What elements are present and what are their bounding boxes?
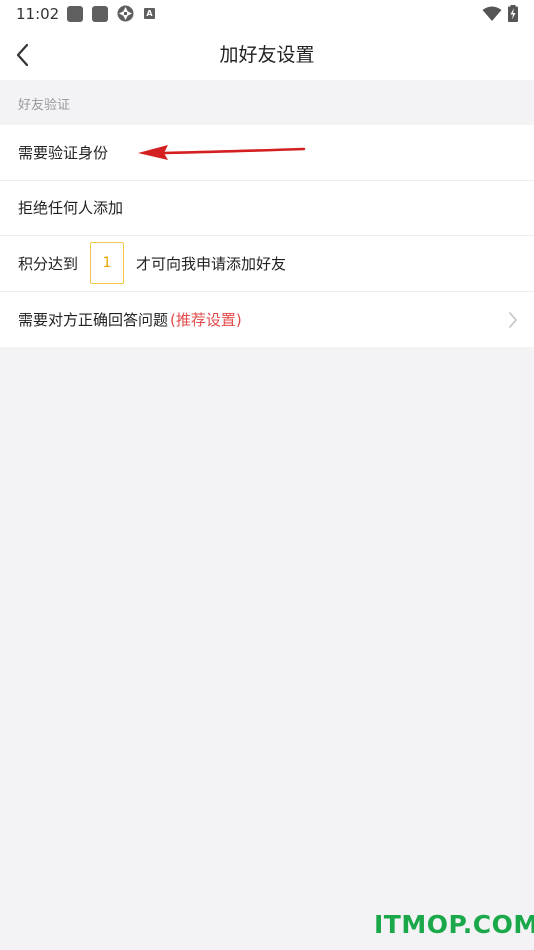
chevron-right-icon: [509, 311, 517, 328]
notification-letter-icon: A: [144, 8, 155, 19]
option-reject-all[interactable]: 拒绝任何人添加: [0, 181, 534, 236]
notification-app-icon-2: [92, 6, 108, 22]
score-input[interactable]: 1: [90, 242, 125, 285]
section-title: 好友验证: [18, 98, 71, 113]
wifi-icon: [482, 6, 502, 21]
option-label: 需要对方正确回答问题: [18, 310, 169, 329]
section-header: 好友验证: [0, 80, 534, 125]
status-time: 11:02: [16, 5, 60, 23]
page-title: 加好友设置: [219, 44, 315, 66]
status-bar: 11:02 A: [0, 0, 534, 30]
battery-charging-icon: [508, 5, 518, 22]
option-score-threshold[interactable]: 积分达到 1 才可向我申请添加好友: [0, 236, 534, 292]
recommended-tag: (推荐设置): [170, 310, 242, 329]
watermark: ITMOP.COM: [374, 910, 534, 939]
option-label: 需要验证身份: [18, 143, 109, 162]
aperture-icon: [117, 5, 134, 22]
option-label-prefix: 积分达到: [18, 254, 79, 273]
navigation-bar: 加好友设置: [0, 30, 534, 80]
option-label: 拒绝任何人添加: [18, 199, 124, 218]
back-arrow-icon[interactable]: [12, 42, 34, 68]
notification-app-icon: [67, 6, 83, 22]
annotation-arrow-icon: [138, 145, 306, 160]
option-label-suffix: 才可向我申请添加好友: [136, 254, 287, 273]
option-answer-question[interactable]: 需要对方正确回答问题 (推荐设置): [0, 292, 534, 348]
